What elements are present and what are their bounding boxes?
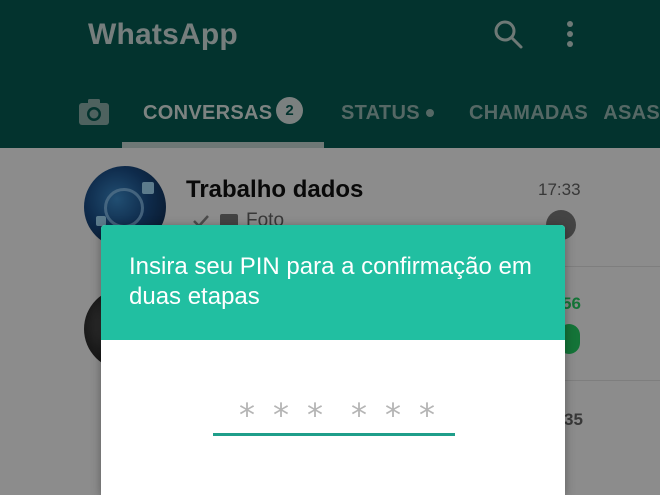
dialog-title: Insira seu PIN para a confirmação em dua…: [129, 253, 532, 310]
pin-input[interactable]: *** ***: [213, 390, 455, 438]
pin-dialog: Insira seu PIN para a confirmação em dua…: [101, 225, 565, 495]
pin-mask: ***: [351, 396, 453, 434]
pin-underline: [213, 433, 455, 436]
pin-mask: ***: [239, 396, 341, 434]
dialog-header: Insira seu PIN para a confirmação em dua…: [101, 225, 565, 340]
